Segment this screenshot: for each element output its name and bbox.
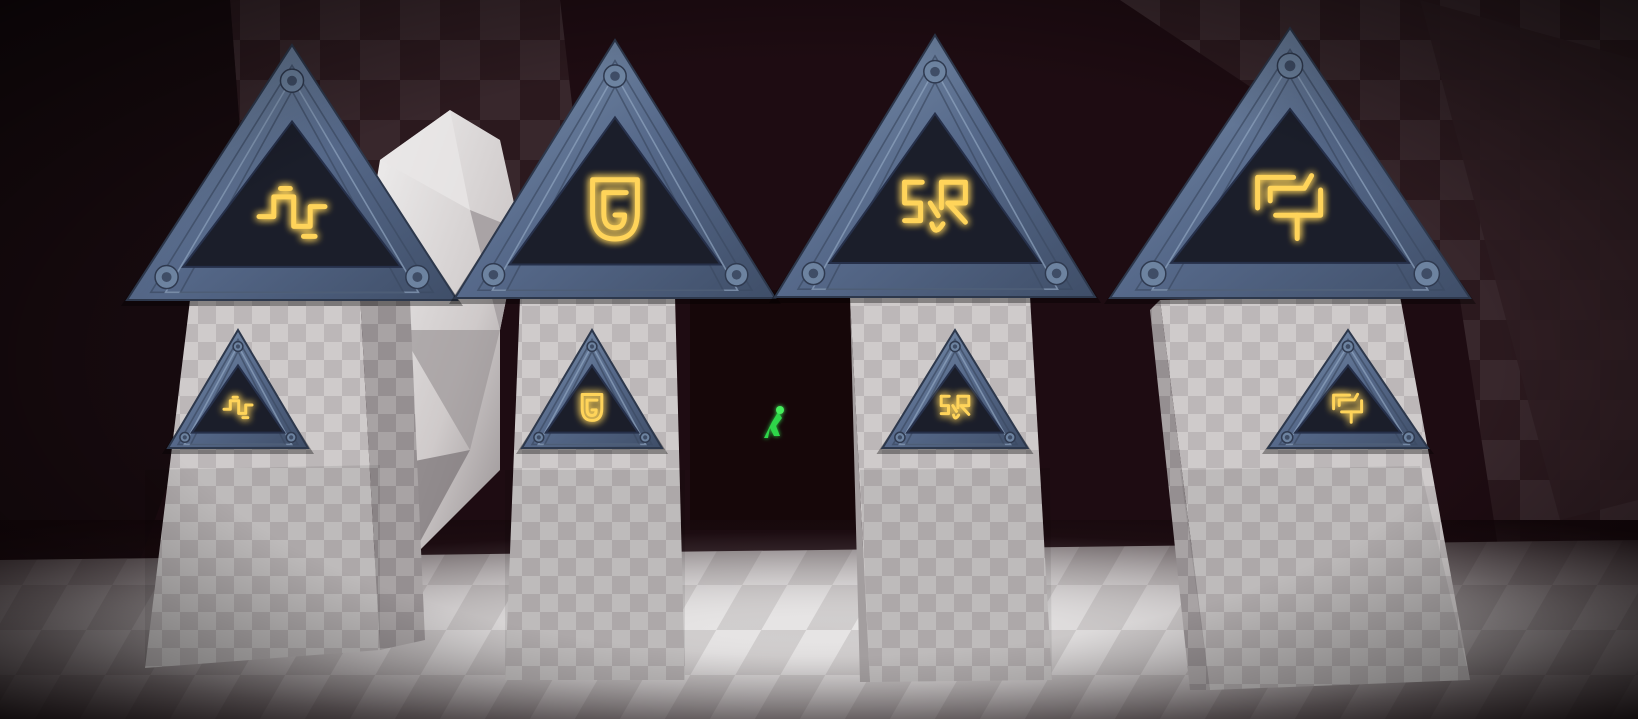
pedestal-1 xyxy=(145,295,425,668)
game-viewport[interactable] xyxy=(0,0,1638,719)
